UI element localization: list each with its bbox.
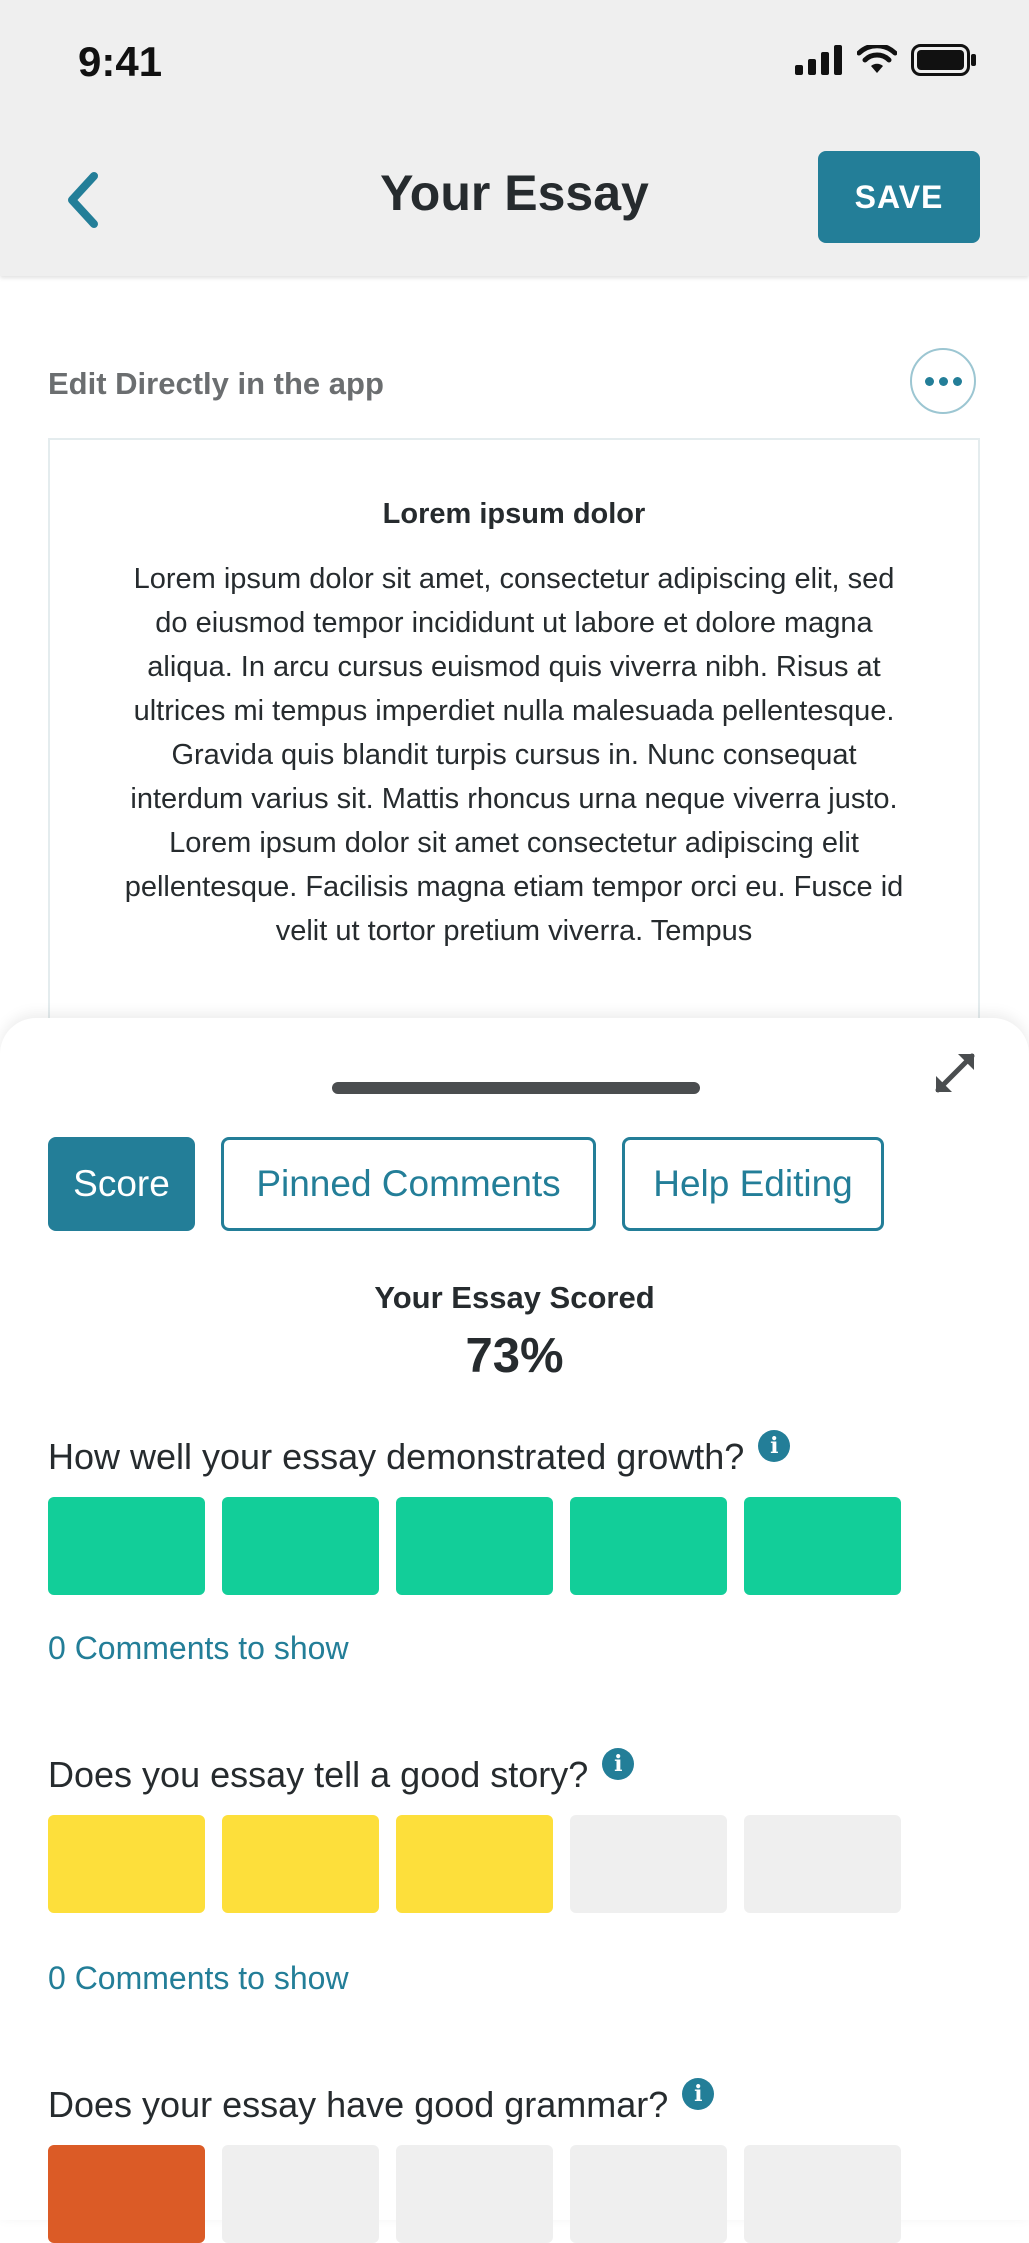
essay-editor[interactable]: Lorem ipsum dolor Lorem ipsum dolor sit … [48, 438, 980, 1078]
rating-block [570, 1497, 727, 1595]
more-options-button[interactable] [910, 348, 976, 414]
rating-blocks-story [48, 1815, 901, 1913]
rating-block [744, 1815, 901, 1913]
question-text: Does your essay have good grammar? [48, 2084, 669, 2125]
more-icon [924, 376, 962, 386]
save-button[interactable]: SAVE [818, 151, 980, 243]
score-label: Your Essay Scored [374, 1280, 655, 1315]
info-icon[interactable]: i [758, 1430, 791, 1462]
battery-icon [911, 44, 976, 76]
rating-block [744, 2145, 901, 2243]
question-growth: How well your essay demonstrated growth?… [48, 1430, 791, 1478]
score-sheet: Score Pinned Comments Help Editing Your … [0, 1018, 1029, 2243]
info-icon[interactable]: i [602, 1748, 635, 1780]
signal-icon [795, 45, 842, 75]
tab-pinned-comments[interactable]: Pinned Comments [221, 1137, 596, 1231]
rating-block [396, 1497, 553, 1595]
essay-title: Lorem ipsum dolor [382, 498, 646, 530]
rating-block [222, 2145, 379, 2243]
rating-blocks-grammar [48, 2145, 901, 2243]
rating-block [396, 1815, 553, 1913]
expand-icon[interactable] [928, 1046, 982, 1100]
rating-block [570, 1815, 727, 1913]
question-grammar: Does your essay have good grammar? i [48, 2078, 715, 2126]
tab-score[interactable]: Score [48, 1137, 195, 1231]
sheet-drag-handle[interactable] [332, 1082, 700, 1094]
rating-block [570, 2145, 727, 2243]
question-text: How well your essay demonstrated growth? [48, 1436, 745, 1477]
tab-help-editing[interactable]: Help Editing [622, 1137, 884, 1231]
rating-block [48, 2145, 205, 2243]
question-story: Does you essay tell a good story? i [48, 1748, 635, 1796]
comments-link-story[interactable]: 0 Comments to show [48, 1960, 349, 1997]
status-time: 9:41 [78, 38, 163, 85]
rating-block [48, 1815, 205, 1913]
rating-block [48, 1497, 205, 1595]
comments-link-growth[interactable]: 0 Comments to show [48, 1630, 349, 1667]
rating-block [222, 1497, 379, 1595]
editor-label: Edit Directly in the app [48, 366, 384, 401]
essay-body: Lorem ipsum dolor sit amet, consectetur … [124, 563, 904, 947]
rating-block [744, 1497, 901, 1595]
info-icon[interactable]: i [682, 2078, 715, 2110]
score-value: 73% [465, 1329, 564, 1383]
question-text: Does you essay tell a good story? [48, 1754, 589, 1795]
wifi-icon [857, 45, 897, 73]
header-bar: 9:41 Your Essay SAVE [0, 0, 1029, 276]
rating-blocks-growth [48, 1497, 901, 1595]
rating-block [222, 1815, 379, 1913]
rating-block [396, 2145, 553, 2243]
status-icons [795, 44, 977, 76]
